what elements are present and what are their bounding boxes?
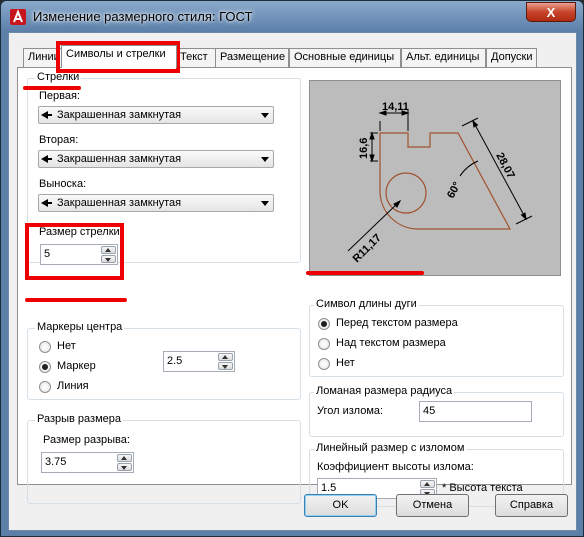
arc-above-radio[interactable] <box>318 338 330 350</box>
arc-before-radio[interactable] <box>318 318 330 330</box>
center-mark-size-stepper[interactable]: 2.5 <box>163 351 235 372</box>
arc-none-radio[interactable] <box>318 358 330 370</box>
chevron-down-icon <box>222 365 228 369</box>
chevron-down-icon <box>121 466 127 470</box>
first-arrow-label: Первая: <box>39 90 80 102</box>
center-mark-mark-label: Маркер <box>57 360 96 372</box>
autocad-icon <box>10 9 26 25</box>
annotation-underline-center-marks <box>25 298 127 302</box>
chevron-up-icon <box>424 482 430 486</box>
center-mark-mark-radio[interactable] <box>39 361 51 373</box>
filled-arrow-icon <box>41 155 52 163</box>
preview-pane: 14,11 16,6 28,07 60° R11,17 <box>309 80 561 276</box>
linear-jog-title: Линейный размер с изломом <box>314 442 467 454</box>
tab-alt-units[interactable]: Альт. единицы <box>401 48 486 67</box>
tab-text[interactable]: Текст <box>175 48 216 67</box>
leader-arrow-label: Выноска: <box>39 178 87 190</box>
ok-button[interactable]: OK <box>304 494 377 517</box>
arc-length-title: Символ длины дуги <box>314 298 419 310</box>
close-button[interactable]: X <box>526 2 576 22</box>
chevron-down-icon <box>261 157 269 162</box>
tab-fit[interactable]: Размещение <box>215 48 289 67</box>
spin-up-button[interactable] <box>117 454 132 462</box>
center-marks-title: Маркеры центра <box>35 321 125 333</box>
cancel-button[interactable]: Отмена <box>396 494 469 517</box>
close-icon: X <box>546 5 556 20</box>
window-title: Изменение размерного стиля: ГОСТ <box>33 9 253 24</box>
filled-arrow-icon <box>41 111 52 119</box>
spin-down-button[interactable] <box>117 463 132 471</box>
dialog-window: Изменение размерного стиля: ГОСТ X Линии… <box>0 0 584 537</box>
annotation-underline-arrows <box>23 86 81 90</box>
dim-break-title: Разрыв размера <box>35 413 124 425</box>
leader-arrow-select[interactable]: Закрашенная замкнутая <box>38 194 274 212</box>
second-arrow-label: Вторая: <box>39 134 79 146</box>
tab-primary-units[interactable]: Основные единицы <box>289 48 401 67</box>
jog-angle-input[interactable]: 45 <box>419 401 532 422</box>
annotation-box-arrow-size <box>25 223 124 280</box>
spin-down-button[interactable] <box>218 362 233 370</box>
break-size-label: Размер разрыва: <box>43 434 130 446</box>
center-mark-line-radio[interactable] <box>39 381 51 393</box>
spin-up-button[interactable] <box>420 480 435 488</box>
jog-angle-label: Угол излома: <box>317 405 384 417</box>
help-button[interactable]: Справка <box>495 494 568 517</box>
first-arrow-select[interactable]: Закрашенная замкнутая <box>38 106 274 124</box>
center-mark-none-radio[interactable] <box>39 341 51 353</box>
chevron-down-icon <box>261 113 269 118</box>
dimension-preview-drawing: 14,11 16,6 28,07 60° R11,17 <box>347 101 533 265</box>
jog-factor-label: Коэффициент высоты излома: <box>317 461 474 473</box>
center-mark-line-label: Линия <box>57 380 89 392</box>
tab-symbols-arrows[interactable]: Символы и стрелки <box>61 45 177 68</box>
chevron-down-icon <box>261 201 269 206</box>
break-size-stepper[interactable]: 3.75 <box>41 452 134 473</box>
preview-dim-top: 14,11 <box>382 101 409 113</box>
preview-dim-left: 16,6 <box>358 138 370 159</box>
arc-before-label: Перед текстом размера <box>336 317 458 329</box>
center-mark-none-label: Нет <box>57 340 76 352</box>
filled-arrow-icon <box>41 199 52 207</box>
dialog-client: Линии Символы и стрелки Текст Размещение… <box>8 32 577 531</box>
radius-jog-title: Ломаная размера радиуса <box>314 385 455 397</box>
annotation-underline-arc-length <box>306 271 424 275</box>
title-bar[interactable]: Изменение размерного стиля: ГОСТ X <box>1 1 583 33</box>
arc-none-label: Нет <box>336 357 355 369</box>
preview-dim-radius: R11,17 <box>351 232 384 265</box>
chevron-up-icon <box>222 355 228 359</box>
chevron-up-icon <box>121 456 127 460</box>
jog-factor-suffix: * Высота текста <box>442 482 523 494</box>
spin-up-button[interactable] <box>218 353 233 361</box>
tab-tolerances[interactable]: Допуски <box>486 48 537 67</box>
arc-above-label: Над текстом размера <box>336 337 446 349</box>
second-arrow-select[interactable]: Закрашенная замкнутая <box>38 150 274 168</box>
preview-dim-angle: 60° <box>445 180 463 200</box>
